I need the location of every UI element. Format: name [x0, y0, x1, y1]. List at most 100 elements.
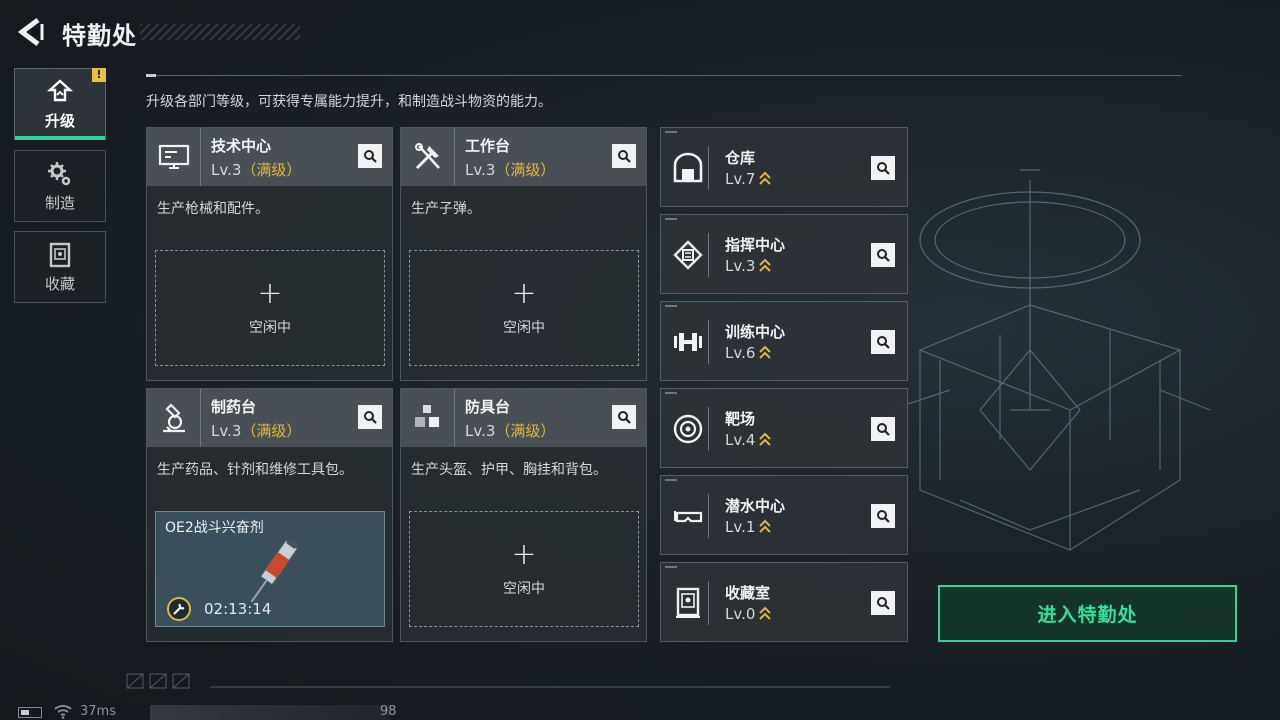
card-description: 生产头盔、护甲、胸挂和背包。	[411, 462, 607, 478]
sidebar-tab-label: 制造	[44, 193, 75, 212]
cubes-icon	[414, 405, 439, 427]
warehouse-icon	[673, 152, 702, 183]
search-icon	[618, 411, 631, 424]
upgrade-chevron-icon	[759, 432, 772, 446]
card-header: 工作台 Lv.3（满级）	[401, 128, 646, 186]
card-level: Lv.3（满级）	[211, 160, 302, 179]
title-decoration	[140, 24, 300, 40]
page-title: 特勤处	[62, 22, 137, 50]
search-button[interactable]	[358, 144, 382, 168]
upgrade-chevron-icon	[759, 171, 772, 185]
search-button[interactable]	[871, 591, 895, 615]
fps-bar	[150, 705, 390, 720]
facility-level: Lv.7	[725, 170, 772, 188]
search-icon	[877, 423, 890, 436]
card-level: Lv.3（满级）	[465, 421, 556, 440]
facility-name: 指挥中心	[725, 236, 786, 254]
microscope-icon	[162, 403, 185, 433]
add-icon: +	[511, 276, 537, 311]
wrench-timer-icon	[167, 597, 191, 621]
card-header: 防具台 Lv.3（满级）	[401, 389, 646, 447]
idle-slot[interactable]: + 空闲中	[409, 511, 639, 627]
card-description: 生产药品、针剂和维修工具包。	[157, 462, 353, 478]
card-name: 防具台	[465, 397, 511, 416]
enter-special-ops-button[interactable]: 进入特勤处	[938, 585, 1237, 642]
card-level: Lv.3（满级）	[211, 421, 302, 440]
card-description: 生产枪械和配件。	[157, 201, 269, 217]
card-tech-center: 技术中心 Lv.3（满级） 生产枪械和配件。 + 空闲中	[146, 127, 393, 381]
display-case-icon	[675, 587, 700, 618]
add-icon: +	[257, 276, 283, 311]
top-divider	[146, 74, 1182, 77]
card-name: 技术中心	[211, 136, 272, 155]
enter-button-label: 进入特勤处	[1037, 604, 1138, 626]
facility-level: Lv.4	[725, 431, 772, 449]
card-armor-bench: 防具台 Lv.3（满级） 生产头盔、护甲、胸挂和背包。 + 空闲中	[400, 388, 647, 642]
decorative-boxes	[126, 673, 190, 689]
sidebar-tab-upgrade[interactable]: ! 升级	[14, 68, 106, 140]
search-button[interactable]	[871, 417, 895, 441]
card-name: 制药台	[211, 397, 257, 416]
target-icon	[673, 414, 702, 444]
upgrade-icon	[46, 78, 74, 101]
facility-name: 收藏室	[725, 584, 771, 602]
idle-slot[interactable]: + 空闲中	[409, 250, 639, 366]
search-icon	[364, 411, 377, 424]
search-icon	[877, 336, 890, 349]
header: 特勤处	[0, 0, 1280, 66]
facility-diving-center[interactable]: 潜水中心 Lv.1	[660, 475, 908, 555]
back-arrow-icon[interactable]	[14, 14, 46, 50]
facility-level: Lv.3	[725, 257, 772, 275]
idle-slot[interactable]: + 空闲中	[155, 250, 385, 366]
facility-level: Lv.6	[725, 344, 772, 362]
sidebar-tab-label: 升级	[44, 111, 75, 130]
gears-icon	[48, 161, 71, 185]
goggles-icon	[673, 511, 702, 523]
search-button[interactable]	[871, 156, 895, 180]
add-icon: +	[511, 537, 537, 572]
idle-label: 空闲中	[503, 581, 545, 597]
facility-collection-room[interactable]: 收藏室 Lv.0	[660, 562, 908, 642]
idle-label: 空闲中	[249, 320, 291, 336]
battery-icon	[18, 707, 42, 718]
monitor-icon	[158, 144, 189, 169]
search-icon	[877, 510, 890, 523]
page-description: 升级各部门等级，可获得专属能力提升，和制造战斗物资的能力。	[146, 94, 552, 110]
search-icon	[618, 150, 631, 163]
card-level: Lv.3（满级）	[465, 160, 556, 179]
decorative-line	[210, 686, 890, 688]
card-description: 生产子弹。	[411, 201, 481, 217]
search-button[interactable]	[871, 504, 895, 528]
production-slot[interactable]: OE2战斗兴奋剂 02:13:14	[155, 511, 385, 627]
chip-icon	[672, 240, 703, 270]
search-button[interactable]	[612, 405, 636, 429]
facility-name: 靶场	[725, 410, 756, 428]
card-workbench: 工作台 Lv.3（满级） 生产子弹。 + 空闲中	[400, 127, 647, 381]
upgrade-chevron-icon	[759, 519, 772, 533]
facility-shooting-range[interactable]: 靶场 Lv.4	[660, 388, 908, 468]
card-header: 技术中心 Lv.3（满级）	[147, 128, 392, 186]
facility-warehouse[interactable]: 仓库 Lv.7	[660, 127, 908, 207]
card-pharmacy: 制药台 Lv.3（满级） 生产药品、针剂和维修工具包。 OE2战斗兴奋剂 02:…	[146, 388, 393, 642]
production-timer: 02:13:14	[204, 600, 272, 618]
upgrade-chevron-icon	[759, 606, 772, 620]
facility-name: 训练中心	[725, 323, 786, 341]
search-icon	[877, 162, 890, 175]
search-icon	[877, 249, 890, 262]
alert-badge: !	[92, 68, 106, 82]
facility-training-center[interactable]: 训练中心 Lv.6	[660, 301, 908, 381]
search-button[interactable]	[871, 330, 895, 354]
upgrade-chevron-icon	[759, 258, 772, 272]
facility-command-center[interactable]: 指挥中心 Lv.3	[660, 214, 908, 294]
idle-label: 空闲中	[503, 320, 545, 336]
search-button[interactable]	[358, 405, 382, 429]
tools-icon	[414, 143, 440, 170]
search-icon	[364, 150, 377, 163]
sidebar-tab-collection[interactable]: 收藏	[14, 231, 106, 303]
sidebar-tab-craft[interactable]: 制造	[14, 150, 106, 222]
fps-readout: 98	[380, 704, 397, 719]
facility-level: Lv.0	[725, 605, 772, 623]
collection-icon	[49, 242, 71, 267]
search-button[interactable]	[871, 243, 895, 267]
search-button[interactable]	[612, 144, 636, 168]
